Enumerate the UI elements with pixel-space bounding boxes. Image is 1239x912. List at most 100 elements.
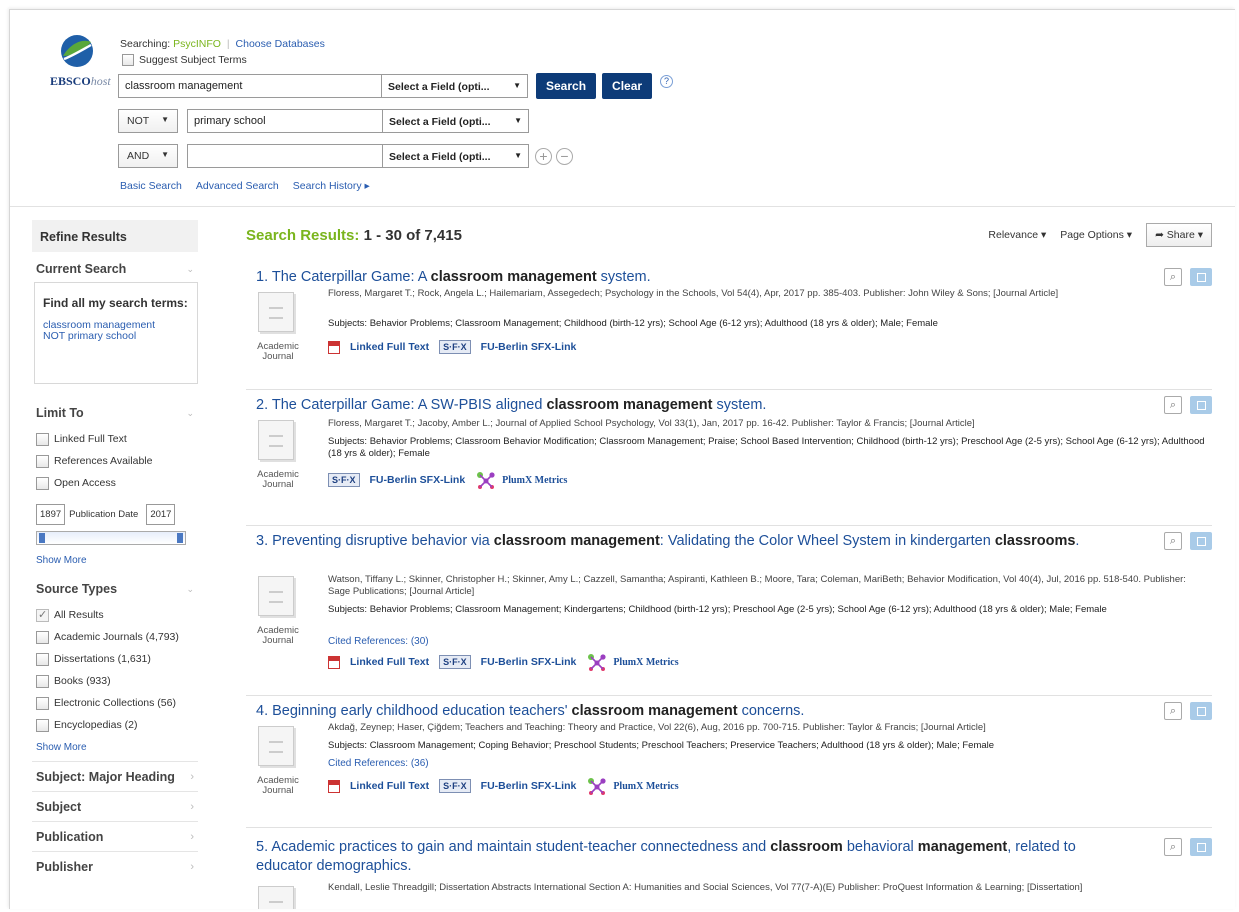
- field-select-3[interactable]: Select a Field (opti... ▼: [383, 144, 529, 168]
- page-options-dropdown[interactable]: Page Options ▾: [1060, 229, 1132, 241]
- limit-to-header[interactable]: Limit To ⌄: [32, 406, 198, 420]
- share-button[interactable]: ➦ Share ▾: [1146, 223, 1212, 247]
- record-icons: ⌕: [1164, 396, 1212, 414]
- pdf-icon: [328, 779, 340, 793]
- help-icon[interactable]: ?: [660, 74, 674, 88]
- sfx-link[interactable]: FU-Berlin SFX-Link: [481, 780, 577, 792]
- slider-handle-start[interactable]: [39, 533, 45, 543]
- slider-handle-end[interactable]: [177, 533, 183, 543]
- pub-date-slider[interactable]: [36, 531, 186, 545]
- cited-references-link[interactable]: Cited References: (30): [328, 636, 429, 647]
- search-terms[interactable]: classroom management NOT primary school: [43, 320, 189, 342]
- add-to-folder-icon[interactable]: [1190, 532, 1212, 550]
- title-highlight: classroom management: [571, 703, 738, 719]
- advanced-search-link[interactable]: Advanced Search: [196, 180, 279, 192]
- field-select-1[interactable]: Select a Field (opti... ▼: [382, 74, 528, 98]
- clear-button[interactable]: Clear: [602, 73, 653, 99]
- find-all-terms-label: Find all my search terms:: [43, 296, 188, 310]
- sfx-link[interactable]: FU-Berlin SFX-Link: [481, 341, 577, 353]
- add-to-folder-icon[interactable]: [1190, 268, 1212, 286]
- preview-magnifier-icon[interactable]: ⌕: [1164, 268, 1182, 286]
- linked-full-text-link[interactable]: Linked Full Text: [350, 780, 429, 792]
- source-label: Encyclopedias (2): [54, 719, 138, 731]
- facet-publisher[interactable]: Publisher ›: [32, 851, 198, 881]
- boolean-select-2[interactable]: NOT ▼: [118, 109, 178, 133]
- source-label: Electronic Collections (56): [54, 697, 176, 709]
- sfx-icon[interactable]: S·F·X: [439, 779, 471, 793]
- suggest-subject-terms-checkbox[interactable]: [122, 54, 134, 66]
- sfx-link[interactable]: FU-Berlin SFX-Link: [481, 656, 577, 668]
- record-title[interactable]: 5. Academic practices to gain and mainta…: [256, 838, 1136, 876]
- basic-search-link[interactable]: Basic Search: [120, 180, 182, 192]
- checkbox-checked[interactable]: [36, 608, 49, 622]
- search-input-2[interactable]: primary school: [187, 109, 383, 133]
- limit-show-more-link[interactable]: Show More: [32, 555, 198, 566]
- preview-magnifier-icon[interactable]: ⌕: [1164, 702, 1182, 720]
- checkbox[interactable]: [36, 432, 49, 446]
- limit-open-access[interactable]: Open Access: [32, 472, 198, 494]
- source-dissertations[interactable]: Dissertations (1,631): [32, 648, 198, 670]
- checkbox[interactable]: [36, 476, 49, 490]
- sfx-icon[interactable]: S·F·X: [439, 655, 471, 669]
- add-row-icon[interactable]: +: [535, 147, 552, 165]
- source-show-more-link[interactable]: Show More: [32, 742, 198, 753]
- boolean-select-2-label: NOT: [127, 115, 150, 127]
- source-all-results[interactable]: All Results: [32, 604, 198, 626]
- facet-subject-major-heading[interactable]: Subject: Major Heading ›: [32, 761, 198, 791]
- add-to-folder-icon[interactable]: [1190, 702, 1212, 720]
- search-button[interactable]: Search: [536, 73, 597, 99]
- source-electronic-collections[interactable]: Electronic Collections (56): [32, 692, 198, 714]
- remove-row-icon[interactable]: −: [556, 147, 573, 165]
- sfx-icon[interactable]: S·F·X: [328, 473, 360, 487]
- search-input-3[interactable]: [187, 144, 383, 168]
- limit-linked-full-text[interactable]: Linked Full Text: [32, 428, 198, 450]
- sort-relevance-dropdown[interactable]: Relevance ▾: [988, 229, 1046, 241]
- checkbox[interactable]: [36, 674, 49, 688]
- search-history-link[interactable]: Search History ▸: [293, 180, 370, 192]
- limit-references-available[interactable]: References Available: [32, 450, 198, 472]
- document-type-line: Journal: [262, 479, 294, 490]
- checkbox[interactable]: [36, 630, 49, 644]
- search-term-2[interactable]: NOT primary school: [43, 331, 189, 342]
- source-academic-journals[interactable]: Academic Journals (4,793): [32, 626, 198, 648]
- plumx-metrics[interactable]: PlumX Metrics: [586, 652, 679, 672]
- preview-magnifier-icon[interactable]: ⌕: [1164, 396, 1182, 414]
- source-books[interactable]: Books (933): [32, 670, 198, 692]
- sfx-icon[interactable]: S·F·X: [439, 340, 471, 354]
- plumx-metrics[interactable]: PlumX Metrics: [586, 776, 679, 796]
- record-title[interactable]: 2. The Caterpillar Game: A SW-PBIS align…: [256, 396, 1136, 415]
- browser-frame: EBSCOhost Searching: PsycINFO | Choose D…: [9, 9, 1235, 909]
- sfx-link[interactable]: FU-Berlin SFX-Link: [370, 474, 466, 486]
- record-title[interactable]: 3. Preventing disruptive behavior via cl…: [256, 532, 1136, 551]
- record-title[interactable]: 4. Beginning early childhood education t…: [256, 702, 1136, 721]
- field-select-2[interactable]: Select a Field (opti... ▼: [383, 109, 529, 133]
- suggest-subject-terms[interactable]: Suggest Subject Terms: [122, 54, 247, 66]
- cited-references-link[interactable]: Cited References: (36): [328, 758, 429, 769]
- checkbox[interactable]: [36, 696, 49, 710]
- source-types-header[interactable]: Source Types ⌄: [32, 582, 198, 596]
- record-title[interactable]: 1. The Caterpillar Game: A classroom man…: [256, 268, 1136, 287]
- choose-databases-link[interactable]: Choose Databases: [236, 38, 325, 50]
- facet-subject[interactable]: Subject ›: [32, 791, 198, 821]
- facet-label: Subject: [36, 799, 82, 814]
- checkbox[interactable]: [36, 652, 49, 666]
- checkbox[interactable]: [36, 718, 49, 732]
- linked-full-text-link[interactable]: Linked Full Text: [350, 341, 429, 353]
- plumx-metrics[interactable]: PlumX Metrics: [475, 470, 567, 490]
- preview-magnifier-icon[interactable]: ⌕: [1164, 532, 1182, 550]
- pub-date-start-input[interactable]: 1897: [36, 504, 66, 525]
- linked-full-text-link[interactable]: Linked Full Text: [350, 656, 429, 668]
- source-encyclopedias[interactable]: Encyclopedias (2): [32, 714, 198, 736]
- record-subjects: Subjects: Classroom Management; Coping B…: [328, 740, 995, 751]
- preview-magnifier-icon[interactable]: ⌕: [1164, 838, 1182, 856]
- pub-date-end-input[interactable]: 2017: [146, 504, 176, 525]
- search-input-1[interactable]: classroom management: [118, 74, 382, 98]
- record-meta: Floress, Margaret T.; Rock, Angela L.; H…: [328, 288, 1059, 299]
- refine-sidebar: Refine Results Current Search ⌄ Find all …: [32, 220, 198, 909]
- current-search-header[interactable]: Current Search ⌄: [32, 262, 198, 276]
- checkbox[interactable]: [36, 454, 49, 468]
- boolean-select-3[interactable]: AND ▼: [118, 144, 178, 168]
- add-to-folder-icon[interactable]: [1190, 838, 1212, 856]
- add-to-folder-icon[interactable]: [1190, 396, 1212, 414]
- facet-publication[interactable]: Publication ›: [32, 821, 198, 851]
